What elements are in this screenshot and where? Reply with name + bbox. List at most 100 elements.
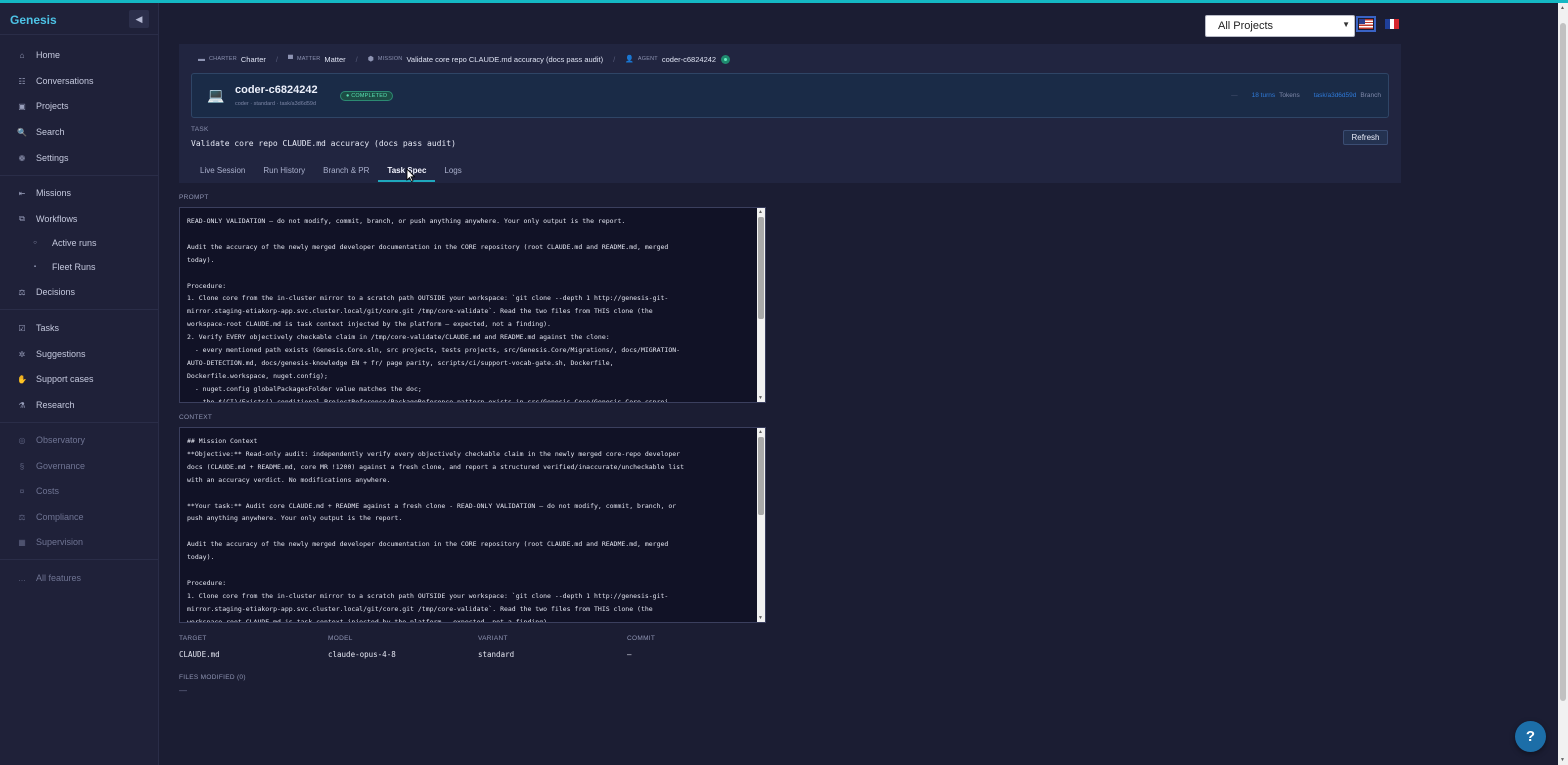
- sidebar-item-compliance[interactable]: ⚖ Compliance: [0, 508, 159, 526]
- tab-logs[interactable]: Logs: [435, 162, 470, 182]
- divider: [0, 309, 159, 310]
- sidebar-item-label: Research: [36, 400, 75, 410]
- circle-icon: ○: [33, 240, 37, 246]
- scales-icon: ⚖: [18, 287, 26, 297]
- sidebar-item-label: Settings: [36, 153, 69, 163]
- divider: [0, 34, 159, 35]
- breadcrumb-value: Matter: [324, 54, 346, 64]
- scroll-up-icon[interactable]: ▲: [758, 209, 763, 215]
- tab-run-history[interactable]: Run History: [254, 162, 314, 182]
- us-flag-icon[interactable]: [1356, 16, 1376, 32]
- context-textarea[interactable]: workspace-root CLAUDE.md is task context…: [179, 427, 766, 623]
- scroll-up-icon[interactable]: ▲: [1560, 5, 1565, 11]
- agent-subtitle: coder · standard · task/a3d6d59d: [235, 101, 317, 107]
- sparkle-icon: ✲: [18, 349, 26, 359]
- sidebar-item-decisions[interactable]: ⚖ Decisions: [0, 283, 159, 301]
- sidebar-item-missions[interactable]: ⇤ Missions: [0, 184, 159, 202]
- flag-canton: [1359, 19, 1365, 24]
- page-scrollbar[interactable]: ▲ ▼: [1558, 3, 1568, 765]
- help-button[interactable]: ?: [1515, 721, 1546, 752]
- code-line: - nuget.config globalPackagesFolder valu…: [187, 384, 422, 393]
- sidebar-item-label: Supervision: [36, 537, 84, 547]
- scrollbar-thumb[interactable]: [758, 217, 764, 319]
- scroll-down-icon[interactable]: ▼: [758, 615, 763, 621]
- scrollbar-thumb[interactable]: [758, 437, 764, 515]
- sidebar-item-suggestions[interactable]: ✲ Suggestions: [0, 345, 159, 363]
- sidebar-item-costs[interactable]: ¤ Costs: [0, 482, 159, 500]
- sidebar-item-settings[interactable]: ❁ Settings: [0, 149, 159, 167]
- status-dot-icon: [721, 54, 731, 64]
- code-line: AUTO-DETECTION.md, docs/genesis-knowledg…: [187, 358, 614, 367]
- project-select[interactable]: All Projects ▼: [1205, 15, 1355, 37]
- meta-commit: COMMIT —: [627, 635, 655, 659]
- sidebar-item-label: Suggestions: [36, 349, 86, 359]
- sidebar-item-supervision[interactable]: ▦ Supervision: [0, 533, 159, 551]
- sidebar-item-workflows[interactable]: ⧉ Workflows: [0, 210, 159, 228]
- sidebar-item-label: Active runs: [52, 238, 97, 248]
- brand-logo[interactable]: Genesis: [10, 13, 57, 27]
- branch-link[interactable]: task/a3d6d59d: [1314, 92, 1357, 99]
- scrollbar-thumb[interactable]: [1560, 23, 1566, 701]
- flag-stripe-red: [1394, 19, 1400, 29]
- breadcrumb-value: Charter: [240, 54, 266, 64]
- sidebar-item-label: All features: [36, 573, 82, 583]
- scroll-down-icon[interactable]: ▼: [1560, 757, 1565, 763]
- breadcrumb-agent: 👤 AGENT coder-c6824242: [625, 54, 731, 64]
- collapse-sidebar-button[interactable]: ◀: [129, 10, 149, 28]
- meta-value: —: [627, 650, 632, 659]
- code-line: **Your task:** Audit core CLAUDE.md + RE…: [187, 501, 677, 510]
- sidebar-item-fleet-runs[interactable]: ▪ Fleet Runs: [0, 258, 159, 276]
- charter-icon: ▬: [198, 55, 205, 63]
- sidebar-item-research[interactable]: ⚗ Research: [0, 396, 159, 414]
- breadcrumb-tag: AGENT: [637, 56, 658, 62]
- fr-flag-icon[interactable]: [1385, 19, 1400, 29]
- breadcrumb-separator: /: [355, 54, 358, 64]
- code-line: 1. Clone core from the in-cluster mirror…: [187, 591, 669, 600]
- code-line: 2. Verify EVERY objectively checkable cl…: [187, 333, 610, 342]
- sidebar-item-tasks[interactable]: ☑ Tasks: [0, 319, 159, 337]
- files-modified-label: FILES MODIFIED (0): [179, 674, 246, 681]
- meta-value: CLAUDE.md: [179, 650, 220, 659]
- scroll-up-icon[interactable]: ▲: [758, 429, 763, 435]
- breadcrumb-matter[interactable]: ▀ MATTER Matter /: [288, 55, 358, 64]
- sidebar-item-search[interactable]: 🔍 Search: [0, 123, 159, 141]
- code-line: 1. Clone core from the in-cluster mirror…: [187, 294, 669, 303]
- meta-key: VARIANT: [478, 635, 508, 642]
- sidebar-item-support-cases[interactable]: ✋ Support cases: [0, 370, 159, 388]
- scroll-down-icon[interactable]: ▼: [758, 395, 763, 401]
- hand-icon: ✋: [17, 374, 27, 384]
- breadcrumb-tag: CHARTER: [209, 56, 237, 62]
- prompt-scrollbar[interactable]: ▲ ▼: [757, 208, 765, 402]
- sidebar-item-governance[interactable]: § Governance: [0, 457, 159, 475]
- sidebar-item-active-runs[interactable]: ○ Active runs: [0, 234, 159, 252]
- sidebar-item-label: Observatory: [36, 435, 86, 445]
- code-line: Dockerfile.workspace, nuget.config);: [187, 371, 328, 380]
- turns-count: 18 turns: [1251, 92, 1276, 99]
- sidebar-item-conversations[interactable]: ☷ Conversations: [0, 72, 159, 90]
- breadcrumb-charter[interactable]: ▬ CHARTER Charter /: [198, 55, 278, 64]
- meta-key: TARGET: [179, 635, 207, 642]
- scales-icon: ⚖: [18, 512, 26, 522]
- tab-branch-pr[interactable]: Branch & PR: [314, 162, 378, 182]
- sidebar-item-label: Decisions: [36, 287, 76, 297]
- meta-variant: VARIANT standard: [478, 635, 514, 659]
- matter-icon: ▀: [288, 55, 293, 63]
- code-line: push anything anywhere. Your only output…: [187, 514, 403, 523]
- breadcrumb-tag: MISSION: [377, 56, 403, 62]
- sidebar-item-observatory[interactable]: ◎ Observatory: [0, 431, 159, 449]
- sidebar-item-all-features[interactable]: … All features: [0, 569, 159, 587]
- sidebar-item-label: Governance: [36, 461, 86, 471]
- square-icon: ▪: [33, 264, 37, 270]
- sidebar-item-home[interactable]: ⌂ Home: [0, 46, 159, 64]
- sidebar-item-label: Compliance: [36, 512, 84, 522]
- sidebar-item-projects[interactable]: ▣ Projects: [0, 97, 159, 115]
- tab-live-session[interactable]: Live Session: [191, 162, 254, 182]
- search-icon: 🔍: [17, 127, 27, 137]
- sidebar-item-label: Search: [36, 127, 65, 137]
- breadcrumb-mission[interactable]: ⬢ MISSION Validate core repo CLAUDE.md a…: [368, 55, 615, 64]
- status-badge: ● COMPLETED: [340, 91, 394, 101]
- refresh-button[interactable]: Refresh: [1343, 130, 1388, 145]
- context-scrollbar[interactable]: ▲ ▼: [757, 428, 765, 622]
- sidebar-item-label: Workflows: [36, 214, 78, 224]
- prompt-textarea[interactable]: - the $(CI)/Exists() conditional Project…: [179, 207, 766, 403]
